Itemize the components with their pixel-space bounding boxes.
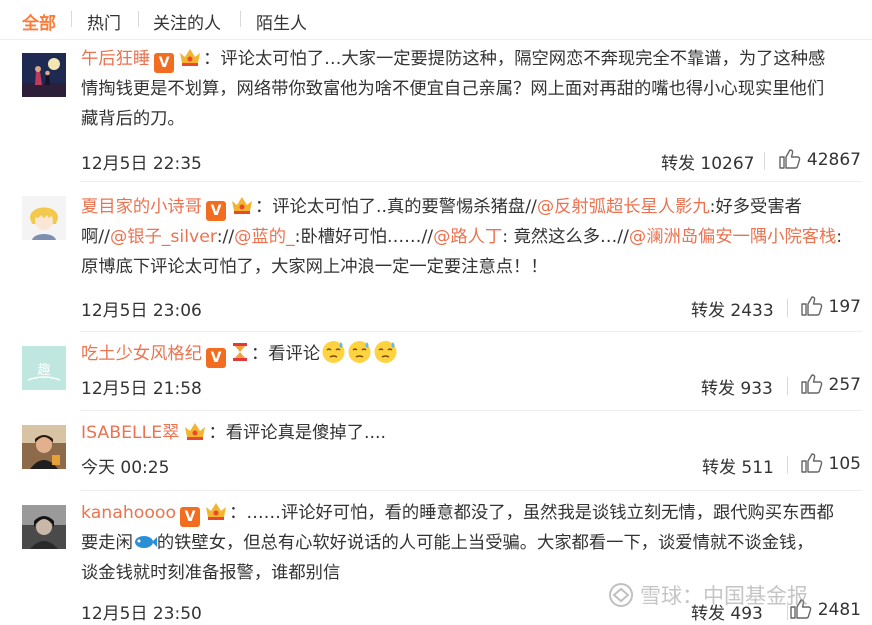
repost-button[interactable]: 转发 933 [701,374,773,399]
fish-icon [134,536,157,548]
comment-item: ISABELLE翠 ：看评论真是傻掉了.... 今天 00:25 转发 511 1… [0,411,872,491]
verified-badge-icon: V [154,53,175,73]
tab-divider [240,11,241,27]
comment-body-text: :卧槽好可怕……// [294,227,434,247]
tab-hot[interactable]: 热门 [87,9,121,34]
comment-text: 午后狂睡 V ：评论太可怕了…大家一定要提防这种，隔空网恋不奔现完全不靠谱，为了这种… [81,44,861,134]
sweat-emoji-icon [348,341,371,363]
verified-badge-icon: V [180,507,201,527]
comment-body-text: : 竟然这么多…// [502,227,629,247]
tab-divider [138,11,139,27]
comment-item: 趣 吃土少女风格纪 V ：看评论 12月5日 21:58 转发 933 257 [0,332,872,412]
username-link[interactable]: kanahoooo [81,503,176,523]
tab-divider [71,11,72,27]
comment-body-text: ：看评论真是傻掉了.... [208,423,386,443]
comment-meta: 12月5日 22:35 转发 10267 42867 [81,149,861,174]
comment-body-text: 要走闲 [81,533,133,553]
sweat-emoji-icon [374,341,397,363]
comment-meta: 12月5日 23:06 转发 2433 197 [81,296,861,321]
comment-body-text: :好多受害者 [709,197,802,217]
comment-meta: 12月5日 21:58 转发 933 257 [81,374,861,399]
like-count: 2481 [817,600,861,620]
comment-body-line: 情掏钱更是不划算，网络带你致富他为啥不便宜自己亲属？网上面对再甜的嘴也得小心现实… [81,79,825,99]
comment-body-line: ：评论太可怕了…大家一定要提防这种，隔空网恋不奔现完全不靠谱，为了这种感 [203,49,826,69]
tab-strangers[interactable]: 陌生人 [256,9,307,34]
like-count: 197 [828,297,861,317]
avatar[interactable]: 趣 [22,346,66,390]
repost-button[interactable]: 转发 511 [702,453,774,478]
comment-body-text: ：评论太可怕了..真的要警惕杀猪盘// [254,197,537,217]
meta-divider [787,456,788,474]
like-count: 257 [828,375,861,395]
mention-link[interactable]: @反射弧超长星人影九 [537,197,710,217]
vip-crown-icon [180,49,201,66]
username-link[interactable]: 午后狂睡 [81,49,150,69]
verified-badge-icon: V [205,348,226,368]
watermark-text: 雪球：中国基金报 [640,584,808,608]
comment-item: 午后狂睡 V ：评论太可怕了…大家一定要提防这种，隔空网恋不奔现完全不靠谱，为了这种… [0,40,872,182]
avatar[interactable] [22,196,66,240]
vip-crown-icon [206,503,227,520]
avatar[interactable] [22,505,66,549]
comment-body-text: 的铁壁女，但总有心软好说话的人可能上当受骗。大家都看一下，谈爱情就不谈金钱， [156,533,814,553]
vip-crown-icon [231,197,252,214]
thumbs-up-icon [800,453,822,473]
like-button[interactable]: 42867 [779,149,861,170]
comment-time: 12月5日 23:50 [81,604,202,624]
comment-body-text: : [836,227,843,247]
svg-text:趣: 趣 [37,363,50,378]
comment-body-line: 藏背后的刀。 [81,109,185,129]
like-count: 105 [828,454,861,474]
username-link[interactable]: ISABELLE翠 [81,423,179,443]
thumbs-up-icon [779,149,801,169]
comment-body-line: 原博底下评论太可怕了，大家网上冲浪一定一定要注意点！！ [81,257,548,277]
mention-link[interactable]: @路人丁 [433,227,502,247]
like-button[interactable]: 257 [800,374,861,395]
avatar[interactable] [22,425,66,469]
mention-link[interactable]: @银子_silver [110,227,217,247]
hourglass-icon [232,343,247,361]
mention-link[interactable]: @澜洲岛偏安一隅小院客栈 [629,227,836,247]
comment-text: 夏目家的小诗哥 V ：评论太可怕了..真的要警惕杀猪盘//@反射弧超长星人影九:好多… [81,192,861,282]
comment-body-text: ：看评论 [250,344,321,364]
watermark: 雪球：中国基金报 [606,580,808,610]
comment-body-text: 啊// [81,227,110,247]
repost-button[interactable]: 转发 2433 [691,296,774,321]
thumbs-up-icon [800,296,822,316]
comment-time: 12月5日 22:35 [81,154,202,174]
snowball-logo-icon [609,583,634,607]
thumbs-up-icon [800,374,822,394]
comment-body-text: ：……评论好可怕，看的睡意都没了，虽然我是谈钱立刻无情，跟代购买东西都 [229,503,834,523]
tab-following[interactable]: 关注的人 [153,9,221,34]
like-button[interactable]: 105 [800,453,861,474]
meta-divider [787,377,788,395]
repost-button[interactable]: 转发 10267 [661,149,754,174]
comment-filter-tabs: 全部 热门 关注的人 陌生人 [0,0,872,40]
tab-all[interactable]: 全部 [22,9,56,34]
mention-link[interactable]: @蓝的_ [234,227,295,247]
comment-text: 吃土少女风格纪 V ：看评论 [81,339,861,369]
comment-item: 夏目家的小诗哥 V ：评论太可怕了..真的要警惕杀猪盘//@反射弧超长星人影九:好多… [0,182,872,332]
like-count: 42867 [806,150,861,170]
meta-divider [764,152,765,170]
meta-divider [787,299,788,317]
sweat-emoji-icon [322,341,345,363]
username-link[interactable]: 夏目家的小诗哥 [81,197,202,217]
comment-time: 12月5日 23:06 [81,301,202,321]
comment-text: ISABELLE翠 ：看评论真是傻掉了.... [81,418,861,448]
comment-time: 今天 00:25 [81,458,170,478]
verified-badge-icon: V [205,201,226,221]
vip-crown-icon [185,423,206,440]
comment-meta: 今天 00:25 转发 511 105 [81,453,861,478]
like-button[interactable]: 197 [800,296,861,317]
username-link[interactable]: 吃土少女风格纪 [81,344,202,364]
comment-time: 12月5日 21:58 [81,379,202,399]
comment-text: kanahoooo V ：……评论好可怕，看的睡意都没了，虽然我是谈钱立刻无情，跟代… [81,498,861,588]
avatar[interactable] [22,53,66,97]
comment-body-text: :// [216,227,235,247]
